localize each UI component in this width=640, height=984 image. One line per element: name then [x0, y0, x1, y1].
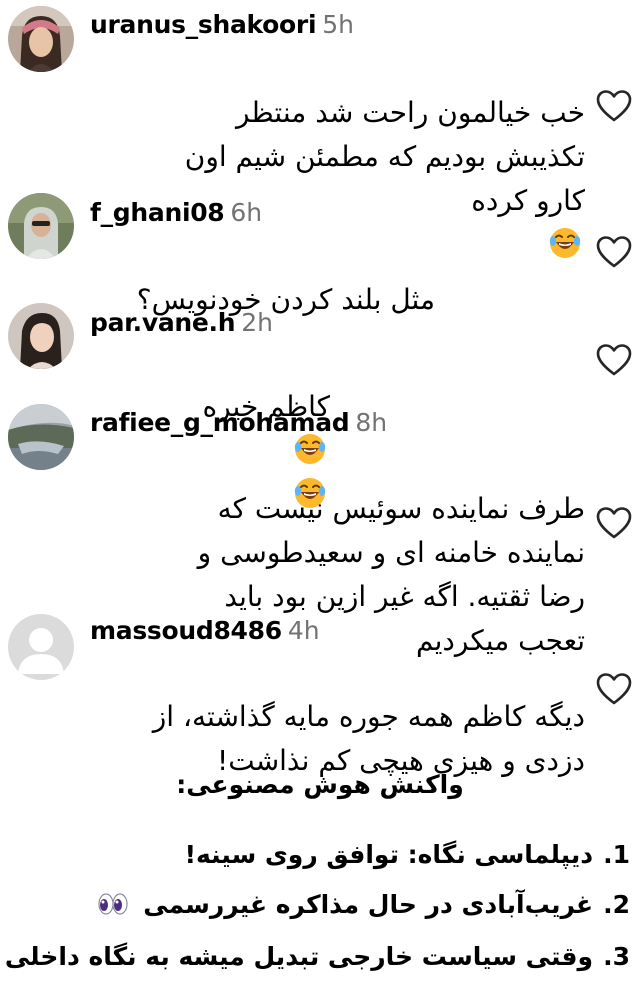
eyes-emoji-icon: [98, 892, 129, 916]
timestamp: 8h: [355, 408, 388, 437]
comment-text: دیگه کاظم همه جوره مایه گذاشته، از دزدی …: [80, 651, 585, 783]
avatar[interactable]: [8, 614, 74, 680]
timestamp: 5h: [322, 10, 354, 39]
heart-like-icon[interactable]: [596, 89, 632, 123]
user-line: massoud8486 4h: [90, 616, 320, 646]
timestamp: 6h: [230, 198, 263, 227]
heart-like-icon[interactable]: [596, 672, 632, 706]
comment-5: massoud8486 4h دیگه کاظم همه جوره مایه گذ…: [0, 610, 640, 777]
ai-reaction-item-2: 2. غریب‌آبادی در حال مذاکره غیررسمی: [10, 885, 630, 925]
user-line: par.vane.h 2h: [90, 308, 273, 338]
username[interactable]: massoud8486: [90, 616, 282, 645]
comment-1: uranus_shakoori 5h خب خیالمون راحت شد منت…: [0, 0, 640, 185]
heart-like-icon[interactable]: [596, 506, 632, 540]
username[interactable]: f_ghani08: [90, 198, 225, 227]
username[interactable]: par.vane.h: [90, 308, 236, 337]
ai-reaction-item-3: 3. وقتی سیاست خارجی تبدیل میشه به نگاه دا…: [5, 937, 630, 977]
avatar[interactable]: [8, 193, 74, 259]
user-line: rafiee_g_mohamad 8h: [90, 408, 387, 438]
username[interactable]: uranus_shakoori: [90, 10, 317, 39]
username[interactable]: rafiee_g_mohamad: [90, 408, 350, 437]
avatar[interactable]: [8, 6, 74, 72]
user-line: uranus_shakoori 5h: [90, 10, 354, 40]
item-text: دیپلماسی نگاه: توافق روی سینه!: [184, 840, 594, 869]
comment-4: rafiee_g_mohamad 8h طرف نماینده سوئیس نیس…: [0, 400, 640, 657]
heart-like-icon[interactable]: [596, 235, 632, 269]
avatar[interactable]: [8, 303, 74, 369]
user-line: f_ghani08 6h: [90, 198, 262, 228]
heart-like-icon[interactable]: [596, 343, 632, 377]
ai-reaction-title: واکنش هوش مصنوعی:: [176, 770, 464, 799]
item-number: 1.: [603, 840, 630, 869]
item-text: غریب‌آبادی در حال مذاکره غیررسمی: [143, 890, 594, 919]
ai-reaction-item-1: 1. دیپلماسی نگاه: توافق روی سینه!: [10, 835, 630, 875]
comment-2: f_ghani08 6h مثل بلند کردن خودنویس؟: [0, 185, 640, 316]
avatar[interactable]: [8, 404, 74, 470]
comment-3: par.vane.h 2h کاظم خیره: [0, 295, 640, 400]
comment-body: دیگه کاظم همه جوره مایه گذاشته، از دزدی …: [152, 700, 585, 777]
item-number: 2.: [603, 890, 630, 919]
timestamp: 2h: [241, 308, 274, 337]
item-number: 3.: [603, 942, 630, 971]
timestamp: 4h: [287, 616, 320, 645]
item-text: وقتی سیاست خارجی تبدیل میشه به نگاه داخل…: [4, 942, 594, 971]
